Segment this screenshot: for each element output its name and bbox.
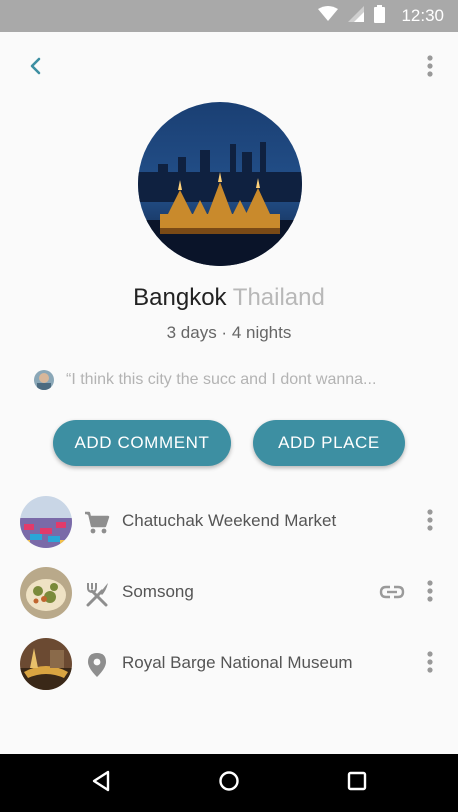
list-item[interactable]: Royal Barge National Museum: [0, 634, 458, 694]
place-menu-button[interactable]: [418, 650, 442, 678]
city-photo: [138, 102, 302, 266]
avatar: [34, 370, 54, 390]
back-triangle-icon: [90, 770, 112, 797]
country-name: Thailand: [232, 284, 325, 311]
place-thumbnail: [20, 496, 72, 548]
recents-square-icon: [346, 770, 368, 797]
place-pin-icon: [84, 652, 110, 678]
comment-text: “I think this city the succ and I dont w…: [66, 371, 377, 388]
trip-duration: 3 days · 4 nights: [166, 323, 292, 342]
list-item[interactable]: Chatuchak Weekend Market: [0, 492, 458, 552]
wifi-icon: [318, 5, 339, 27]
destination-title: Bangkok Thailand: [0, 284, 458, 312]
home-circle-icon: [218, 770, 240, 797]
status-time: 12:30: [401, 6, 444, 25]
place-name: Royal Barge National Museum: [122, 653, 353, 672]
status-bar: 12:30: [0, 0, 458, 32]
back-button[interactable]: [22, 54, 50, 82]
nav-home-button[interactable]: [214, 768, 244, 798]
restaurant-icon: [84, 581, 110, 607]
nav-recents-button[interactable]: [342, 768, 372, 798]
more-vert-icon: [427, 579, 433, 607]
add-place-button[interactable]: ADD PLACE: [253, 420, 405, 466]
city-name: Bangkok: [133, 284, 227, 311]
system-nav-bar: [0, 754, 458, 812]
latest-comment[interactable]: “I think this city the succ and I dont w…: [34, 368, 434, 392]
place-thumbnail: [20, 567, 72, 619]
battery-icon: [374, 4, 386, 28]
chevron-left-icon: [29, 57, 43, 80]
more-vert-icon: [427, 650, 433, 678]
app-header: [0, 32, 458, 102]
more-vert-icon: [427, 54, 433, 82]
place-thumbnail: [20, 638, 72, 690]
nav-back-button[interactable]: [86, 768, 116, 798]
link-icon: [379, 585, 405, 604]
overflow-menu-button[interactable]: [416, 54, 444, 82]
add-comment-button[interactable]: ADD COMMENT: [53, 420, 231, 466]
place-menu-button[interactable]: [418, 579, 442, 607]
place-name: Chatuchak Weekend Market: [122, 511, 337, 530]
signal-icon: [348, 5, 365, 27]
cart-icon: [84, 510, 110, 536]
list-item[interactable]: Somsong: [0, 563, 458, 623]
place-name: Somsong: [122, 582, 194, 601]
link-button[interactable]: [378, 581, 406, 607]
place-menu-button[interactable]: [418, 508, 442, 536]
more-vert-icon: [427, 508, 433, 536]
